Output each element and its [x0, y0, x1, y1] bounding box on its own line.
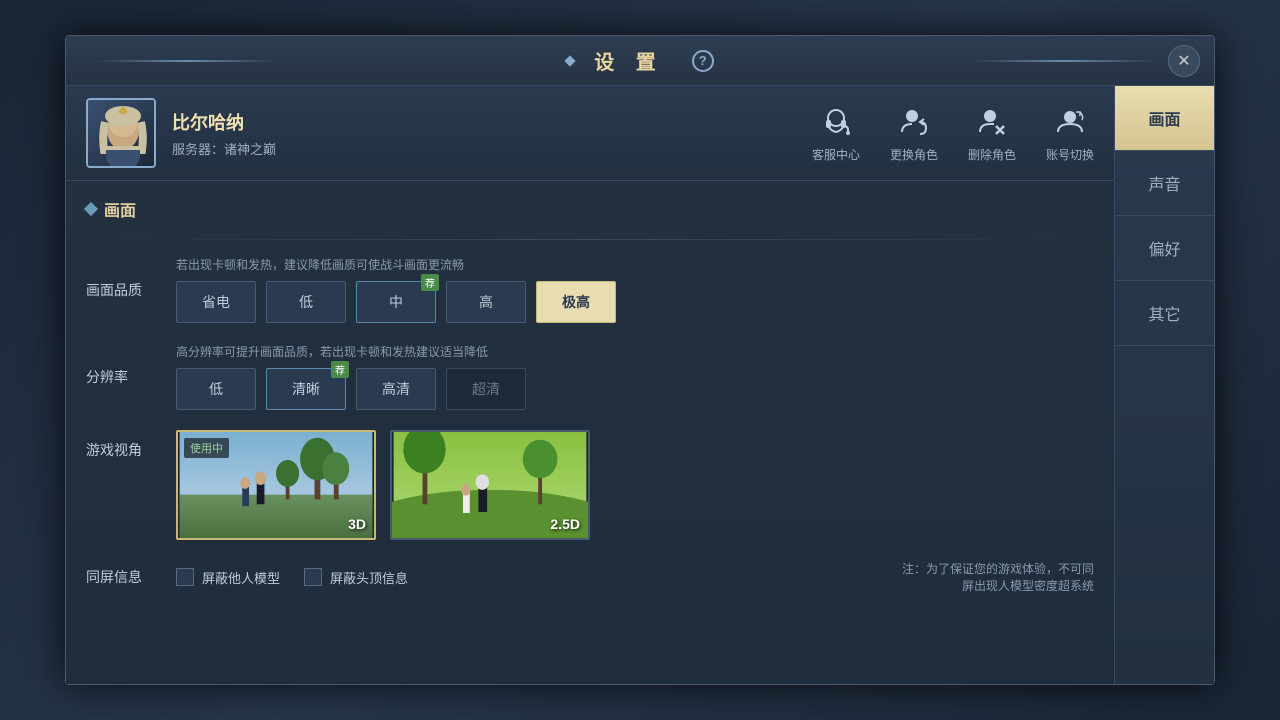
profile-header: 比尔哈纳 服务器：诸神之巅: [66, 86, 1114, 181]
profile-server: 服务器：诸神之巅: [172, 139, 276, 158]
help-button[interactable]: ?: [692, 50, 714, 72]
side-tabs: 画面 声音 偏好 其它: [1114, 86, 1214, 684]
view-label: 游戏视角: [86, 430, 156, 460]
tab-other-label: 其它: [1148, 307, 1180, 324]
headset-icon: [818, 104, 854, 140]
block-info-checkbox[interactable]: 屏蔽头顶信息: [304, 568, 408, 587]
quality-hint: 若出现卡顿和发热，建议降低画质可使战斗画面更流畅: [176, 256, 1094, 273]
change-character-label: 更换角色: [890, 146, 938, 163]
refresh-user-icon: [896, 104, 932, 140]
change-character-action[interactable]: 更换角色: [890, 104, 938, 163]
settings-panel: 比尔哈纳 服务器：诸神之巅: [66, 86, 1114, 684]
view-options: 使用中 3D: [176, 430, 590, 540]
tab-sound-label: 声音: [1148, 177, 1180, 194]
switch-user-icon: [1052, 104, 1088, 140]
title-line-right: [974, 60, 1154, 62]
view-3d-label: 3D: [348, 516, 366, 532]
close-button[interactable]: ✕: [1168, 45, 1200, 77]
section-diamond-icon: [84, 202, 98, 216]
view-25d-label: 2.5D: [550, 516, 580, 532]
avatar: [86, 98, 156, 168]
quality-buttons: 省电 低 中 荐 高 极高: [176, 281, 1094, 323]
tab-screen[interactable]: 画面: [1115, 86, 1214, 151]
main-content: 比尔哈纳 服务器：诸神之巅: [66, 86, 1214, 684]
delete-character-action[interactable]: 删除角色: [968, 104, 1016, 163]
title-diamonds: [566, 57, 574, 65]
resolution-btn-hd[interactable]: 高清: [356, 368, 436, 410]
quality-btn-low[interactable]: 低: [266, 281, 346, 323]
info-setting-row: 同屏信息 屏蔽他人模型 屏蔽头顶信息 注：为了保证您的游戏体验，不可同屏出现人模…: [86, 560, 1094, 594]
view-setting-row: 游戏视角: [86, 430, 1094, 540]
tab-preference[interactable]: 偏好: [1115, 216, 1214, 281]
quality-label: 画面品质: [86, 280, 156, 300]
section-header: 画面: [86, 197, 1094, 221]
tab-other[interactable]: 其它: [1115, 281, 1214, 346]
quality-options: 若出现卡顿和发热，建议降低画质可使战斗画面更流畅 省电 低 中 荐 高 极高: [176, 256, 1094, 323]
section-title: 画面: [104, 197, 136, 221]
resolution-setting-row: 分辨率 高分辨率可提升画面品质，若出现卡顿和发热建议适当降低 低 清晰 荐 高清…: [86, 343, 1094, 410]
section-divider: [86, 239, 1094, 240]
recommended-badge: 荐: [421, 274, 439, 291]
tab-sound[interactable]: 声音: [1115, 151, 1214, 216]
switch-account-action[interactable]: 账号切换: [1046, 104, 1094, 163]
resolution-rec-badge: 荐: [331, 361, 349, 378]
delete-user-icon: [974, 104, 1010, 140]
resolution-buttons: 低 清晰 荐 高清 超清: [176, 368, 1094, 410]
quality-btn-mid[interactable]: 中 荐: [356, 281, 436, 323]
resolution-btn-low[interactable]: 低: [176, 368, 256, 410]
info-label: 同屏信息: [86, 567, 156, 587]
view-25d-option[interactable]: 2.5D: [390, 430, 590, 540]
resolution-btn-ultra[interactable]: 超清: [446, 368, 526, 410]
resolution-options: 高分辨率可提升画面品质，若出现卡顿和发热建议适当降低 低 清晰 荐 高清 超清: [176, 343, 1094, 410]
tab-screen-label: 画面: [1148, 112, 1180, 129]
quality-btn-ultra[interactable]: 极高: [536, 281, 616, 323]
delete-character-label: 删除角色: [968, 146, 1016, 163]
resolution-btn-clear[interactable]: 清晰 荐: [266, 368, 346, 410]
note-text: 注：为了保证您的游戏体验，不可同屏出现人模型密度超系统: [894, 560, 1094, 594]
profile-actions: 客服中心 更换角色: [812, 104, 1094, 163]
settings-modal: 设 置 ? ✕: [65, 35, 1215, 685]
profile-info: 比尔哈纳 服务器：诸神之巅: [172, 109, 276, 158]
settings-content: 画面 画面品质 若出现卡顿和发热，建议降低画质可使战斗画面更流畅 省电 低 中 …: [66, 181, 1114, 684]
customer-service-label: 客服中心: [812, 146, 860, 163]
block-info-box: [304, 568, 322, 586]
tab-preference-label: 偏好: [1148, 242, 1180, 259]
block-model-box: [176, 568, 194, 586]
using-badge-3d: 使用中: [184, 438, 229, 458]
block-model-checkbox[interactable]: 屏蔽他人模型: [176, 568, 280, 587]
close-icon: ✕: [1177, 51, 1190, 71]
quality-btn-high[interactable]: 高: [446, 281, 526, 323]
profile-name: 比尔哈纳: [172, 109, 276, 135]
quality-setting-row: 画面品质 若出现卡顿和发热，建议降低画质可使战斗画面更流畅 省电 低 中 荐 高…: [86, 256, 1094, 323]
block-info-label: 屏蔽头顶信息: [330, 568, 408, 587]
customer-service-action[interactable]: 客服中心: [812, 104, 860, 163]
resolution-label: 分辨率: [86, 367, 156, 387]
switch-account-label: 账号切换: [1046, 146, 1094, 163]
modal-title: 设 置: [574, 46, 684, 75]
title-bar: 设 置 ? ✕: [66, 36, 1214, 86]
checkbox-row: 屏蔽他人模型 屏蔽头顶信息: [176, 568, 874, 587]
resolution-hint: 高分辨率可提升画面品质，若出现卡顿和发热建议适当降低: [176, 343, 1094, 360]
title-line-left: [96, 60, 276, 62]
quality-btn-save[interactable]: 省电: [176, 281, 256, 323]
view-3d-option[interactable]: 使用中 3D: [176, 430, 376, 540]
block-model-label: 屏蔽他人模型: [202, 568, 280, 587]
